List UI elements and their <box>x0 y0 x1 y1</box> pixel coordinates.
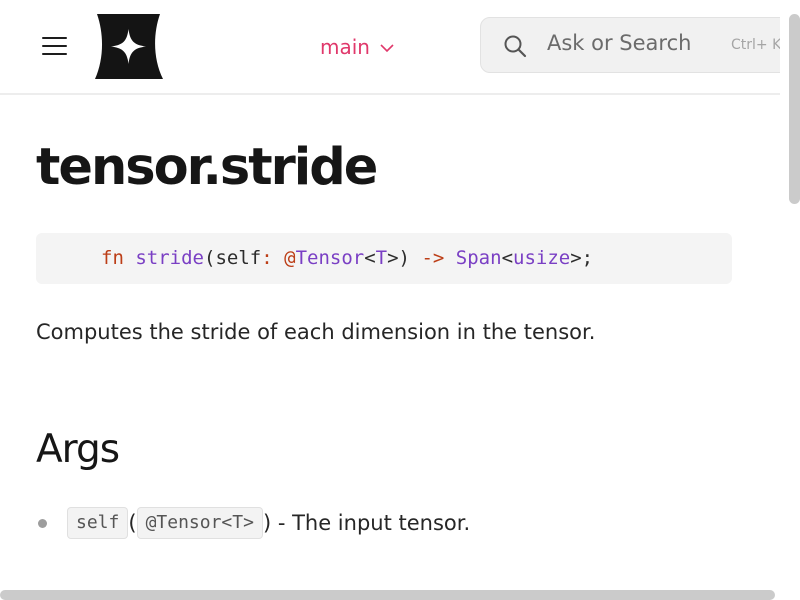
description: Computes the stride of each dimension in… <box>36 320 596 344</box>
sig-lt: < <box>364 247 376 269</box>
list-bullet <box>38 519 47 528</box>
sig-keyword: fn <box>101 247 124 269</box>
function-signature: fn stride(self: @Tensor<T>) -> Span<usiz… <box>36 233 732 284</box>
search-box[interactable]: Ask or Search Ctrl+ K <box>480 17 800 73</box>
sig-close: >) <box>387 247 410 269</box>
branch-selector[interactable]: main <box>320 33 394 61</box>
arg-close-paren: ) <box>262 511 272 535</box>
page-title: tensor.stride <box>36 138 378 197</box>
search-placeholder: Ask or Search <box>547 31 692 55</box>
sig-end: >; <box>570 247 594 269</box>
search-icon <box>504 35 527 58</box>
sig-arrow: -> <box>421 247 445 269</box>
sig-colon: : <box>261 247 273 269</box>
arg-type-code: @Tensor<T> <box>136 507 263 539</box>
hamburger-menu-icon[interactable] <box>42 36 69 56</box>
arg-name-code: self <box>67 507 129 539</box>
args-heading: Args <box>36 427 120 472</box>
sig-lt2: < <box>501 247 514 269</box>
vertical-scrollbar-thumb[interactable] <box>789 14 800 204</box>
chevron-down-icon <box>380 43 394 52</box>
sig-generic: T <box>375 247 388 269</box>
sig-type: Tensor <box>295 247 365 269</box>
arg-description: - The input tensor. <box>271 511 471 535</box>
list-item: self ( @Tensor<T> ) - The input tensor. <box>67 507 470 539</box>
sig-param: self <box>215 247 262 269</box>
arg-open-paren: ( <box>128 511 137 535</box>
horizontal-scrollbar-thumb[interactable] <box>0 590 775 600</box>
search-shortcut: Ctrl+ K <box>731 37 782 53</box>
branch-label: main <box>320 35 370 59</box>
sig-ret-generic: usize <box>513 247 571 269</box>
scrollbar-corner <box>780 590 800 600</box>
sig-at: @ <box>284 247 296 269</box>
sig-open-paren: ( <box>203 247 216 269</box>
sig-fn-name: stride <box>135 247 204 269</box>
site-logo[interactable] <box>93 12 164 81</box>
top-navbar: main Ask or Search Ctrl+ K <box>0 0 800 95</box>
sig-ret-type: Span <box>455 247 502 269</box>
